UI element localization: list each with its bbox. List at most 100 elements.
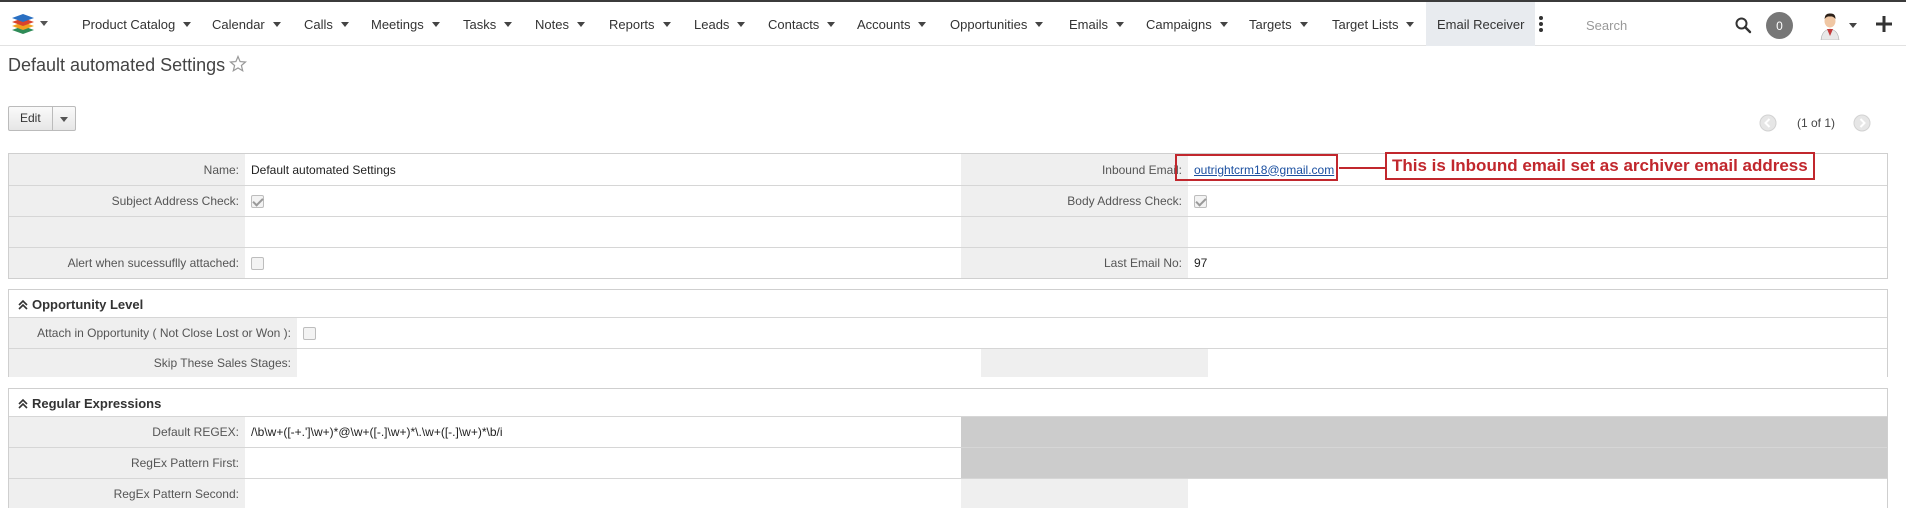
chevron-down-icon — [576, 21, 585, 27]
notification-badge[interactable]: 0 — [1766, 12, 1793, 39]
annotation-highlight-box — [1175, 154, 1338, 181]
nav-item-emails[interactable]: Emails — [1069, 2, 1125, 46]
quick-create-plus-icon[interactable] — [1873, 13, 1895, 35]
nav-item-calendar[interactable]: Calendar — [212, 2, 281, 46]
skip-sales-stages-label: Skip These Sales Stages: — [9, 349, 297, 377]
default-regex-label: Default REGEX: — [9, 417, 245, 447]
last-email-no-value: 97 — [1188, 248, 1887, 278]
detail-row: Subject Address Check: Body Address Chec… — [9, 185, 1887, 216]
pagination-text: (1 of 1) — [1797, 116, 1836, 130]
regex-pattern-second-label: RegEx Pattern Second: — [9, 479, 245, 508]
collapse-chevron-icon — [18, 398, 28, 409]
nav-item-targets[interactable]: Targets — [1249, 2, 1308, 46]
nav-label: Meetings — [371, 16, 424, 32]
opportunity-level-header[interactable]: Opportunity Level — [17, 297, 143, 312]
annotation-label: This is Inbound email set as archiver em… — [1385, 152, 1815, 180]
page-title: Default automated Settings — [8, 55, 226, 75]
annotation-connector-line — [1339, 167, 1385, 169]
subject-address-check-cell — [245, 186, 961, 216]
opportunity-level-panel: Opportunity Level Attach in Opportunity … — [8, 289, 1888, 377]
actions-dropdown-button[interactable] — [53, 107, 75, 130]
nav-item-campaigns[interactable]: Campaigns — [1146, 2, 1228, 46]
nav-item-leads[interactable]: Leads — [694, 2, 746, 46]
detail-row: Alert when sucessuflly attached: Last Em… — [9, 247, 1887, 278]
chevron-down-icon — [1219, 21, 1228, 27]
nav-item-opportunities[interactable]: Opportunities — [950, 2, 1044, 46]
empty-value — [1208, 349, 1887, 377]
nav-label: Accounts — [857, 16, 911, 32]
opportunity-level-title: Opportunity Level — [32, 297, 144, 312]
subject-address-checkbox — [251, 194, 264, 208]
chevron-down-icon — [1035, 21, 1044, 27]
regex-pattern-first-label: RegEx Pattern First: — [9, 448, 245, 478]
empty-grey-cell — [961, 448, 1887, 478]
regular-expressions-title: Regular Expressions — [32, 396, 162, 411]
chevron-down-icon — [272, 21, 281, 27]
previous-record-icon[interactable] — [1759, 114, 1777, 132]
empty-value — [245, 217, 961, 247]
empty-label — [961, 217, 1188, 247]
nav-label: Calendar — [212, 16, 265, 32]
nav-label: Campaigns — [1146, 16, 1212, 32]
body-address-checkbox — [1194, 194, 1207, 208]
empty-label — [981, 349, 1208, 377]
nav-item-contacts[interactable]: Contacts — [768, 2, 836, 46]
chevron-down-icon — [827, 21, 836, 27]
chevron-down-icon — [183, 21, 192, 27]
nav-label: Tasks — [463, 16, 497, 32]
nav-item-accounts[interactable]: Accounts — [857, 2, 927, 46]
more-menu-icon[interactable] — [1539, 16, 1543, 32]
chevron-down-icon — [431, 21, 440, 27]
alert-attached-checkbox — [251, 256, 264, 270]
subject-address-check-label: Subject Address Check: — [9, 186, 245, 216]
attach-opportunity-checkbox — [303, 326, 316, 340]
detail-row-empty — [9, 216, 1887, 247]
empty-label — [9, 217, 245, 247]
nav-item-notes[interactable]: Notes — [535, 2, 585, 46]
nav-item-target-lists[interactable]: Target Lists — [1332, 2, 1415, 46]
nav-item-meetings[interactable]: Meetings — [371, 2, 440, 46]
nav-item-calls[interactable]: Calls — [304, 2, 349, 46]
favorite-star-icon[interactable] — [229, 55, 247, 73]
chevron-down-icon — [340, 21, 349, 27]
nav-label: Notes — [535, 16, 569, 32]
nav-label: Product Catalog — [82, 16, 176, 32]
search-input[interactable] — [1576, 10, 1726, 40]
edit-button[interactable]: Edit — [9, 107, 53, 130]
regular-expressions-header[interactable]: Regular Expressions — [17, 396, 161, 411]
nav-item-email-receiver[interactable]: Email Receiver — [1426, 2, 1536, 46]
chevron-down-icon — [918, 21, 927, 27]
nav-label: Emails — [1069, 16, 1109, 32]
user-avatar[interactable] — [1816, 10, 1844, 40]
body-address-check-cell — [1188, 186, 1887, 216]
regex-pattern-first-value — [245, 448, 961, 478]
detail-row: RegEx Pattern First: — [9, 447, 1887, 478]
nav-item-product-catalog[interactable]: Product Catalog — [82, 2, 192, 46]
app-logo-menu[interactable] — [9, 12, 53, 38]
chevron-down-icon[interactable] — [1849, 23, 1857, 28]
attach-opportunity-label: Attach in Opportunity ( Not Close Lost o… — [9, 318, 297, 348]
empty-value — [1188, 217, 1887, 247]
chevron-down-icon — [504, 21, 513, 27]
last-email-no-label: Last Email No: — [961, 248, 1188, 278]
alert-attached-cell — [245, 248, 961, 278]
attach-opportunity-cell — [297, 318, 1887, 348]
empty-value — [1188, 479, 1887, 508]
detail-row: Skip These Sales Stages: — [9, 348, 1887, 377]
top-navigation-bar: Product Catalog Calendar Calls Meetings … — [0, 0, 1906, 46]
nav-item-reports[interactable]: Reports — [609, 2, 671, 46]
detail-row: Default REGEX: /\b\w+([-+.']\w+)*@\w+([-… — [9, 416, 1887, 447]
chevron-down-icon — [1406, 21, 1415, 27]
search-icon[interactable] — [1734, 16, 1752, 34]
nav-label: Targets — [1249, 16, 1292, 32]
chevron-down-icon — [1299, 21, 1308, 27]
chevron-down-icon — [737, 21, 746, 27]
next-record-icon[interactable] — [1853, 114, 1871, 132]
skip-sales-stages-value — [297, 349, 981, 377]
detail-row: Attach in Opportunity ( Not Close Lost o… — [9, 317, 1887, 348]
empty-label — [961, 479, 1188, 508]
default-regex-value: /\b\w+([-+.']\w+)*@\w+([-.]\w+)*\.\w+([-… — [245, 417, 961, 447]
nav-label: Leads — [694, 16, 730, 32]
nav-item-tasks[interactable]: Tasks — [463, 2, 513, 46]
chevron-down-icon — [1116, 21, 1125, 27]
